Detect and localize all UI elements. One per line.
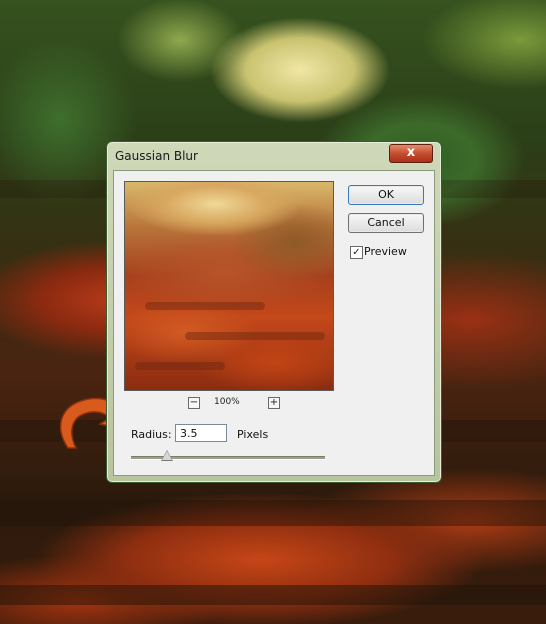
ok-button[interactable]: OK	[348, 185, 424, 205]
plus-icon: +	[269, 397, 279, 408]
radius-input[interactable]	[175, 424, 227, 442]
checkmark-icon: ✓	[352, 247, 361, 258]
zoom-out-button[interactable]: −	[188, 397, 200, 409]
pixels-unit-label: Pixels	[237, 428, 269, 441]
radius-label: Radius:	[131, 428, 172, 441]
close-icon: x	[406, 145, 416, 160]
title-bar[interactable]: Gaussian Blur x	[107, 142, 441, 168]
zoom-in-button[interactable]: +	[268, 397, 280, 409]
dialog-body: − 100% + Radius: Pixels OK Cancel ✓ Prev…	[113, 170, 435, 476]
zoom-level: 100%	[214, 397, 240, 407]
gaussian-blur-dialog: Gaussian Blur x − 100% + Radius: Pixels …	[106, 141, 442, 483]
preview-checkbox[interactable]: ✓	[350, 246, 363, 259]
close-button[interactable]: x	[389, 144, 433, 163]
dialog-title: Gaussian Blur	[115, 149, 198, 163]
preview-checkbox-label: Preview	[364, 245, 407, 258]
radius-slider-thumb[interactable]	[162, 451, 172, 460]
blur-preview-image[interactable]	[124, 181, 334, 391]
minus-icon: −	[189, 397, 199, 408]
cancel-button[interactable]: Cancel	[348, 213, 424, 233]
